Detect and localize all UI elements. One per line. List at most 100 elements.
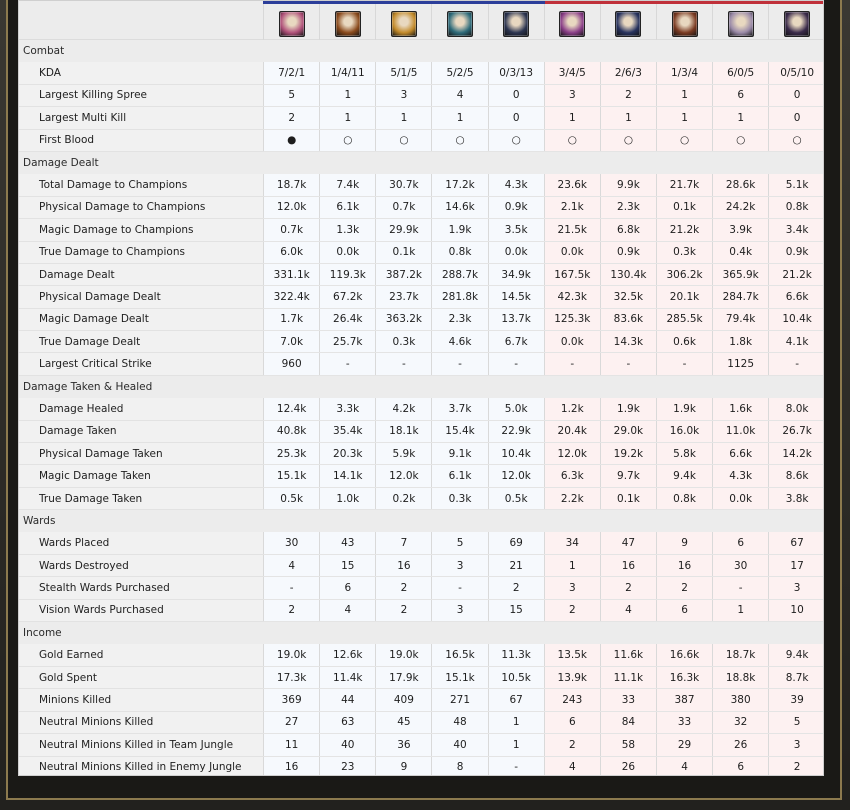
section-title: Damage Dealt	[19, 150, 823, 174]
stat-row: Physical Damage to Champions 12.0k 6.1k 0.7…	[19, 196, 823, 220]
stat-value: 42.3k	[543, 285, 601, 309]
window-frame: Combat KDA 7/2/1 1/4/11 5/1/5 5/2/5 0/3/13 3/4/…	[0, 0, 850, 810]
stat-value: 1	[543, 554, 601, 578]
stat-row: Neutral Minions Killed in Enemy Jungle 16…	[19, 756, 823, 775]
stat-label: Largest Killing Spree	[19, 84, 264, 108]
stat-value: 271	[431, 688, 489, 712]
stat-row: Neutral Minions Killed in Team Jungle 11 4…	[19, 733, 823, 757]
stat-value: 6.0k	[263, 241, 320, 264]
stat-value: 16.3k	[655, 666, 713, 690]
champion-header-8[interactable]	[655, 1, 713, 40]
champion-portrait-icon[interactable]	[727, 10, 754, 37]
stat-value: ○	[768, 129, 823, 152]
stat-value: 3.3k	[319, 397, 376, 421]
stat-value: 17.9k	[375, 666, 432, 690]
stat-value: ○	[543, 129, 601, 152]
stat-value: 387.2k	[375, 263, 432, 287]
stat-value: 14.2k	[768, 442, 823, 466]
stat-value: 2	[543, 599, 601, 623]
stat-label: Wards Destroyed	[19, 554, 264, 578]
champion-portrait-icon[interactable]	[447, 10, 474, 37]
stat-value: 29	[655, 733, 713, 757]
stat-label: KDA	[19, 61, 264, 85]
stat-value: 25.3k	[263, 442, 320, 466]
stat-value: 322.4k	[263, 285, 320, 309]
stat-label: First Blood	[19, 129, 264, 152]
stat-value: 1.6k	[712, 397, 769, 421]
stat-value: 30	[712, 554, 769, 578]
champion-header-2[interactable]	[319, 1, 376, 40]
stat-label: Total Damage to Champions	[19, 173, 264, 197]
stat-value: 0.7k	[263, 218, 320, 242]
stat-value: -	[487, 756, 545, 775]
stat-value: 0.0k	[712, 487, 769, 511]
stat-value: 5/1/5	[375, 61, 432, 85]
stat-value: 0	[487, 106, 545, 130]
stat-label: Damage Healed	[19, 397, 264, 421]
stat-value: 6/0/5	[712, 61, 769, 85]
champion-portrait-icon[interactable]	[390, 10, 417, 37]
stat-value: 2.2k	[543, 487, 601, 511]
stat-value: 1.0k	[319, 487, 376, 511]
stat-value: 30.7k	[375, 173, 432, 197]
stat-value: -	[487, 352, 545, 376]
stat-value: 67	[768, 532, 823, 555]
stat-row: True Damage Dealt 7.0k 25.7k 0.3k 4.6k 6.7k 0.…	[19, 330, 823, 354]
champion-header-1[interactable]	[263, 1, 320, 40]
stat-value: 2	[375, 576, 432, 600]
champion-portrait-icon[interactable]	[559, 10, 586, 37]
stat-value: 6.6k	[768, 285, 823, 309]
stat-value: 6.1k	[431, 464, 489, 488]
stat-value: -	[319, 352, 376, 376]
champion-portrait-icon[interactable]	[784, 10, 811, 37]
section-header: Damage Taken & Healed	[19, 374, 823, 398]
stat-value: 119.3k	[319, 263, 376, 287]
section-title: Income	[19, 621, 823, 645]
champion-header-10[interactable]	[768, 1, 823, 40]
stat-row: Magic Damage to Champions 0.7k 1.3k 29.9k 1.…	[19, 218, 823, 242]
stat-row: Vision Wards Purchased 2 4 2 3 15 2 4 6 1 10	[19, 599, 823, 623]
champion-portrait-icon[interactable]	[278, 10, 305, 37]
stat-value: 3.9k	[712, 218, 769, 242]
stat-value: 1.9k	[655, 397, 713, 421]
champion-portrait-icon[interactable]	[615, 10, 642, 37]
stat-value: 284.7k	[712, 285, 769, 309]
stats-table: Combat KDA 7/2/1 1/4/11 5/1/5 5/2/5 0/3/13 3/4/…	[19, 1, 823, 775]
stat-value: 1.9k	[599, 397, 657, 421]
stat-value: 4.2k	[375, 397, 432, 421]
champion-header-3[interactable]	[375, 1, 432, 40]
stat-value: 4.3k	[712, 464, 769, 488]
stat-value: 15.1k	[431, 666, 489, 690]
stat-value: 288.7k	[431, 263, 489, 287]
stat-label: True Damage to Champions	[19, 241, 264, 264]
stat-value: 6	[319, 576, 376, 600]
stat-value: 2	[543, 733, 601, 757]
stat-value: 2	[599, 84, 657, 108]
stat-value: 3.8k	[768, 487, 823, 511]
stat-value: 3	[768, 733, 823, 757]
stat-value: 13.7k	[487, 308, 545, 332]
champion-header-6[interactable]	[543, 1, 601, 40]
stat-value: 0.5k	[263, 487, 320, 511]
stat-value: -	[263, 576, 320, 600]
stat-value: 4	[599, 599, 657, 623]
champion-header-4[interactable]	[431, 1, 489, 40]
stat-value: 26.4k	[319, 308, 376, 332]
stat-value: 35.4k	[319, 420, 376, 444]
stat-value: 3.5k	[487, 218, 545, 242]
stat-value: 7	[375, 532, 432, 555]
champion-portrait-icon[interactable]	[503, 10, 530, 37]
champion-header-5[interactable]	[487, 1, 545, 40]
stat-value: 34	[543, 532, 601, 555]
stat-row: Total Damage to Champions 18.7k 7.4k 30.7k 1…	[19, 173, 823, 197]
champion-portrait-icon[interactable]	[334, 10, 361, 37]
champion-portrait-icon[interactable]	[671, 10, 698, 37]
stat-value: 16.0k	[655, 420, 713, 444]
stat-value: 0.6k	[655, 330, 713, 354]
champion-header-9[interactable]	[712, 1, 769, 40]
champion-header-7[interactable]	[599, 1, 657, 40]
stat-value: 16.5k	[431, 644, 489, 667]
stat-value: 40	[431, 733, 489, 757]
stat-value: 16.6k	[655, 644, 713, 667]
stat-value: 12.0k	[543, 442, 601, 466]
